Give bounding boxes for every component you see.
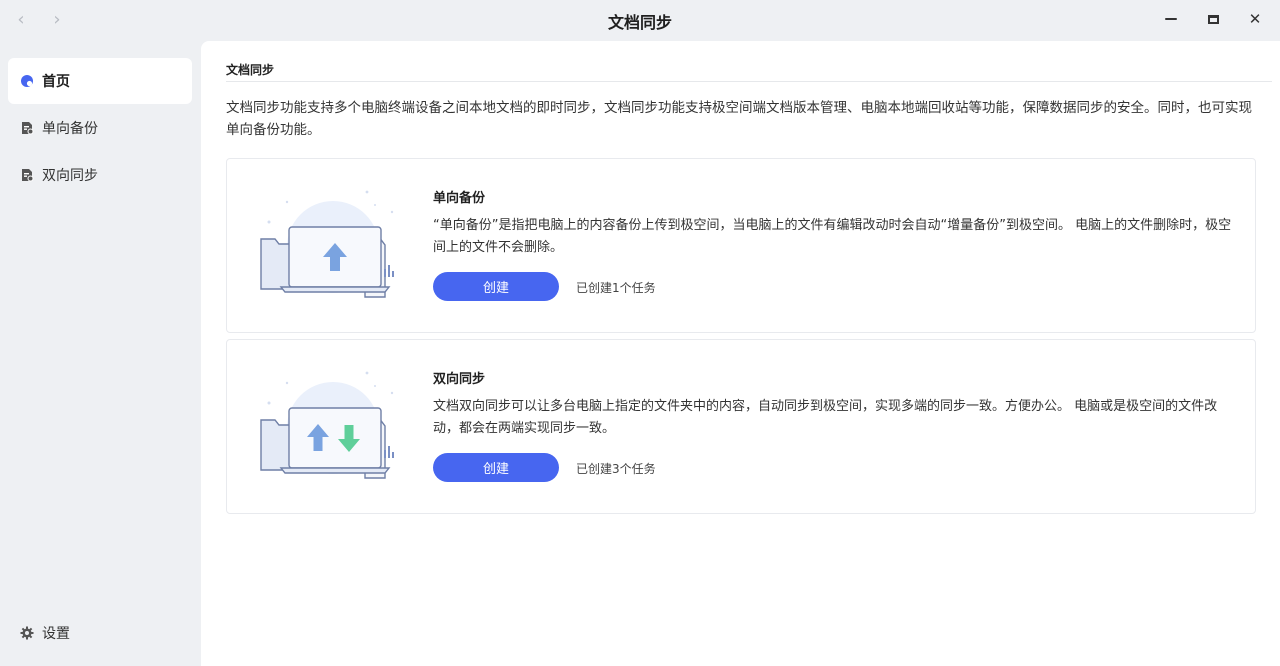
main-panel: 文档同步 文档同步功能支持多个电脑终端设备之间本地文档的即时同步，文档同步功能支… [201,41,1280,666]
sidebar-item-two-way-sync[interactable]: 双向同步 [8,152,192,198]
close-button[interactable]: ✕ [1244,8,1266,30]
window-title: 文档同步 [607,12,672,32]
sidebar-item-label: 首页 [42,74,70,90]
sync-icon [22,169,34,182]
backup-illustration [260,190,394,298]
minimize-icon [1165,17,1177,21]
sync-illustration [260,371,394,479]
card-description: “单向备份”是指把电脑上的内容备份上传到极空间，当电脑上的文件有编辑改动时会自动… [433,218,1232,255]
restore-icon [1207,14,1219,24]
sidebar-item-label: 双向同步 [42,168,98,184]
sidebar-item-home[interactable]: 首页 [8,58,192,104]
back-arrow-icon[interactable]: ‹ [12,9,30,31]
forward-arrow-icon[interactable]: › [48,9,66,31]
task-status: 已创建3个任务 [576,462,656,476]
divider [226,81,1272,82]
card-description: 文档双向同步可以让多台电脑上指定的文件夹中的内容，自动同步到极空间，实现多端的同… [433,399,1218,436]
sidebar-item-label: 设置 [42,626,70,642]
one-way-backup-card: 单向备份 “单向备份”是指把电脑上的内容备份上传到极空间，当电脑上的文件有编辑改… [226,158,1256,333]
restore-button[interactable] [1202,8,1224,30]
create-sync-button[interactable]: 创建 [433,453,559,482]
card-title: 双向同步 [433,372,486,387]
title-bar: ‹ › 文档同步 ✕ [0,0,1280,41]
gear-icon [20,626,34,640]
backup-icon [22,122,34,135]
home-icon [21,75,33,87]
window-controls: ✕ [1160,8,1266,30]
two-way-sync-card: 双向同步 文档双向同步可以让多台电脑上指定的文件夹中的内容，自动同步到极空间，实… [226,339,1256,514]
nav-arrows: ‹ › [12,9,66,31]
minimize-button[interactable] [1160,8,1182,30]
task-status: 已创建1个任务 [576,281,656,295]
card-title: 单向备份 [433,191,486,206]
section-title: 文档同步 [226,63,275,77]
sidebar-item-settings[interactable]: 设置 [8,610,192,656]
intro-text: 文档同步功能支持多个电脑终端设备之间本地文档的即时同步，文档同步功能支持极空间端… [226,100,1252,138]
sidebar-item-label: 单向备份 [42,121,98,137]
sidebar-item-one-way-backup[interactable]: 单向备份 [8,105,192,151]
sidebar: 首页 单向备份 双向同步 设置 [0,41,200,666]
create-backup-button[interactable]: 创建 [433,272,559,301]
